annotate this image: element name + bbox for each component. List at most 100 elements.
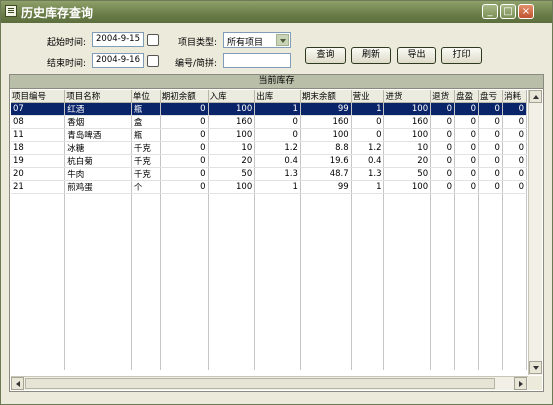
chevron-down-icon[interactable]	[276, 34, 289, 46]
table-cell[interactable]: 18	[11, 141, 66, 155]
table-cell[interactable]: 0	[351, 128, 385, 142]
table-cell[interactable]: 千克	[131, 141, 161, 155]
table-cell[interactable]: 1.2	[254, 141, 301, 155]
table-cell[interactable]: 99	[300, 180, 352, 194]
table-row[interactable]: 18 冰糖 千克 0 10 1.2 8.8 1.2 10 0 0 0 0	[11, 141, 527, 155]
table-cell[interactable]: 0	[502, 115, 527, 129]
table-cell[interactable]: 0	[454, 102, 479, 116]
table-cell[interactable]: 100	[383, 128, 432, 142]
vertical-scrollbar[interactable]	[528, 90, 542, 375]
print-button[interactable]: 打印	[441, 47, 482, 64]
table-cell[interactable]: 8.8	[300, 141, 352, 155]
table-cell[interactable]: 20	[208, 154, 256, 168]
table-cell[interactable]: 0	[430, 102, 456, 116]
horizontal-scroll-thumb[interactable]	[25, 378, 495, 389]
column-header[interactable]: 单位	[131, 90, 161, 103]
table-cell[interactable]: 0	[160, 115, 209, 129]
column-header[interactable]: 退货	[430, 90, 456, 103]
table-cell[interactable]: 0	[430, 154, 456, 168]
table-cell[interactable]: 0	[454, 115, 479, 129]
table-cell[interactable]: 100	[208, 102, 256, 116]
end-time-field[interactable]: 2004-9-16	[92, 53, 144, 68]
table-cell[interactable]: 个	[131, 180, 161, 194]
table-cell[interactable]: 0	[160, 141, 209, 155]
table-cell[interactable]: 冰糖	[64, 141, 132, 155]
table-cell[interactable]: 1	[254, 180, 301, 194]
table-cell[interactable]: 160	[300, 115, 352, 129]
table-cell[interactable]: 0	[430, 180, 456, 194]
scroll-right-icon[interactable]	[514, 377, 527, 390]
table-cell[interactable]: 0	[160, 180, 209, 194]
table-cell[interactable]: 0	[502, 154, 527, 168]
table-cell[interactable]: 红酒	[64, 102, 132, 116]
table-cell[interactable]: 11	[11, 128, 66, 142]
table-cell[interactable]: 盒	[131, 115, 161, 129]
table-cell[interactable]: 0	[502, 141, 527, 155]
table-cell[interactable]: 0	[478, 115, 503, 129]
table-cell[interactable]: 1	[351, 180, 385, 194]
table-cell[interactable]: 19.6	[300, 154, 352, 168]
column-header[interactable]: 盘盈	[454, 90, 479, 103]
table-cell[interactable]: 19	[11, 154, 66, 168]
table-cell[interactable]: 0	[502, 167, 527, 181]
table-cell[interactable]: 瓶	[131, 128, 161, 142]
column-header[interactable]: 项目名称	[64, 90, 132, 103]
column-header[interactable]: 入库	[208, 90, 256, 103]
table-cell[interactable]: 牛肉	[64, 167, 132, 181]
scroll-left-icon[interactable]	[11, 377, 24, 390]
table-row[interactable]: 21 煎鸡蛋个 0 100 1 99 1 100 0 0 0 0	[11, 180, 527, 194]
table-cell[interactable]: 煎鸡蛋	[64, 180, 132, 194]
table-cell[interactable]: 100	[383, 180, 432, 194]
item-type-select[interactable]: 所有项目	[223, 32, 291, 48]
table-cell[interactable]: 0	[160, 167, 209, 181]
column-header[interactable]: 出库	[254, 90, 301, 103]
table-row[interactable]: 07 红酒瓶 0 100 1 99 1 100 0 0 0 0	[11, 102, 527, 116]
start-calendar-icon[interactable]	[147, 34, 159, 46]
table-cell[interactable]: 07	[11, 102, 66, 116]
table-cell[interactable]: 0	[454, 154, 479, 168]
table-cell[interactable]: 0	[430, 115, 456, 129]
table-cell[interactable]: 0	[254, 128, 301, 142]
table-cell[interactable]: 0	[478, 154, 503, 168]
table-cell[interactable]: 0	[502, 128, 527, 142]
title-bar[interactable]: 历史库存查询 _ □ ×	[1, 1, 552, 23]
table-cell[interactable]: 0.4	[351, 154, 385, 168]
table-cell[interactable]: 100	[208, 128, 256, 142]
table-cell[interactable]: 千克	[131, 167, 161, 181]
table-cell[interactable]: 0	[160, 154, 209, 168]
table-cell[interactable]: 青岛啤酒	[64, 128, 132, 142]
table-cell[interactable]: 0	[430, 128, 456, 142]
code-input[interactable]	[223, 53, 291, 68]
table-cell[interactable]: 0	[454, 180, 479, 194]
table-cell[interactable]: 100	[208, 180, 256, 194]
horizontal-scrollbar[interactable]	[11, 376, 528, 390]
table-cell[interactable]: 20	[383, 154, 432, 168]
table-cell[interactable]: 1.3	[254, 167, 301, 181]
table-row[interactable]: 08 香烟盒 0 160 0 160 0 160 0 0 0 0	[11, 115, 527, 129]
table-cell[interactable]: 香烟	[64, 115, 132, 129]
column-header[interactable]: 进货	[383, 90, 432, 103]
scroll-down-icon[interactable]	[529, 361, 542, 374]
table-cell[interactable]: 160	[383, 115, 432, 129]
table-row[interactable]: 20 牛肉 千克 0 50 1.3 48.7 1.3 50 0 0 0 0	[11, 167, 527, 181]
table-cell[interactable]: 杭白菊	[64, 154, 132, 168]
column-header[interactable]: 营业	[351, 90, 385, 103]
table-cell[interactable]: 50	[383, 167, 432, 181]
table-cell[interactable]: 1.3	[351, 167, 385, 181]
table-cell[interactable]: 0	[502, 180, 527, 194]
column-header[interactable]: 消耗	[502, 90, 527, 103]
table-row[interactable]: 11 青岛啤酒瓶 0 100 0 100 0 100 0 0 0 0	[11, 128, 527, 142]
table-cell[interactable]: 50	[208, 167, 256, 181]
column-header[interactable]: 期初余额	[160, 90, 209, 103]
table-cell[interactable]: 千克	[131, 154, 161, 168]
table-cell[interactable]: 48.7	[300, 167, 352, 181]
table-cell[interactable]: 0	[478, 102, 503, 116]
table-cell[interactable]: 0	[478, 180, 503, 194]
table-cell[interactable]: 0	[430, 141, 456, 155]
table-cell[interactable]: 21	[11, 180, 66, 194]
close-button[interactable]: ×	[518, 4, 534, 19]
table-cell[interactable]: 0	[478, 141, 503, 155]
table-cell[interactable]: 20	[11, 167, 66, 181]
export-button[interactable]: 导出	[397, 47, 436, 64]
table-cell[interactable]: 08	[11, 115, 66, 129]
